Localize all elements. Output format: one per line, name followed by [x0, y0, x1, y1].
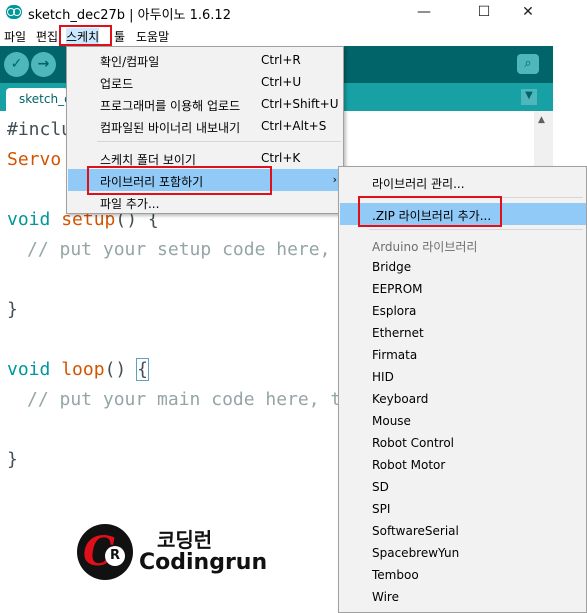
- menu-item-label: 확인/컴파일: [100, 55, 160, 69]
- highlight-include-library: [87, 166, 272, 195]
- library-item[interactable]: Robot Control: [340, 432, 586, 454]
- code-line-loop: void loop() {: [7, 358, 149, 381]
- library-item-label: SpacebrewYun: [372, 546, 460, 560]
- library-item-label: Robot Control: [372, 436, 454, 450]
- library-item[interactable]: Robot Motor: [340, 454, 586, 476]
- library-item[interactable]: EEPROM: [340, 278, 586, 300]
- menu-item-shortcut: Ctrl+U: [261, 75, 302, 89]
- library-item-label: Ethernet: [372, 326, 424, 340]
- function-loop: loop: [61, 359, 105, 380]
- library-item-label: HID: [372, 370, 394, 384]
- codingrun-logo: C R 코딩런 Codingrun: [77, 522, 267, 584]
- library-item[interactable]: Keyboard: [340, 388, 586, 410]
- library-item[interactable]: Esplora: [340, 300, 586, 322]
- keyword-void: void: [7, 209, 51, 230]
- library-item-label: SoftwareSerial: [372, 524, 459, 538]
- menu-separator: [97, 141, 341, 142]
- library-item-label: Wire: [372, 590, 399, 604]
- menu-item-upload-programmer[interactable]: 프로그래머를 이용해 업로드 Ctrl+Shift+U: [68, 93, 343, 115]
- code-close-brace: }: [7, 449, 18, 470]
- menu-item-label: 프로그래머를 이용해 업로드: [100, 99, 241, 113]
- verify-button[interactable]: ✓: [4, 52, 29, 77]
- library-item-label: SPI: [372, 502, 391, 516]
- library-item-label: Robot Motor: [372, 458, 446, 472]
- library-item[interactable]: Temboo: [340, 564, 586, 586]
- library-item-label: Mouse: [372, 414, 411, 428]
- code-line-servo: Servo: [7, 149, 62, 170]
- tab-menu-icon[interactable]: ▼: [521, 89, 537, 105]
- library-item-label: Esplora: [372, 304, 417, 318]
- menu-item-manage-libraries[interactable]: 라이브러리 관리...: [340, 171, 586, 193]
- menu-item-verify[interactable]: 확인/컴파일 Ctrl+R: [68, 49, 343, 71]
- code-comment-setup: // put your setup code here, to: [27, 239, 363, 260]
- menu-item-shortcut: Ctrl+Shift+U: [261, 97, 339, 111]
- library-item[interactable]: SD: [340, 476, 586, 498]
- logo-name-english: Codingrun: [139, 550, 268, 575]
- menu-separator: [369, 229, 583, 230]
- code-line-include: #inclu: [7, 119, 73, 140]
- library-item-label: Keyboard: [372, 392, 429, 406]
- menu-item-label: 컴파일된 바이너리 내보내기: [100, 121, 241, 135]
- library-item[interactable]: SpacebrewYun: [340, 542, 586, 564]
- library-item[interactable]: SPI: [340, 498, 586, 520]
- maximize-button[interactable]: ☐: [461, 0, 507, 24]
- library-item-label: SD: [372, 480, 389, 494]
- library-item[interactable]: Mouse: [340, 410, 586, 432]
- menu-item-shortcut: Ctrl+R: [261, 53, 301, 67]
- submenu-arrow-icon: ›: [332, 173, 337, 186]
- keyword-void: void: [7, 359, 51, 380]
- logo-name-korean: 코딩런: [157, 528, 213, 552]
- library-item-label: Bridge: [372, 260, 412, 274]
- window-title: sketch_dec27b | 아두이노 1.6.12: [28, 8, 231, 23]
- library-item[interactable]: Wire: [340, 586, 586, 608]
- arduino-logo-icon: [6, 5, 22, 19]
- include-library-submenu: 라이브러리 관리... .ZIP 라이브러리 추가... Arduino 라이브…: [338, 166, 587, 613]
- scroll-up-icon[interactable]: ▲: [538, 115, 545, 125]
- code-comment-loop: // put your main code here, to: [27, 389, 353, 410]
- library-item-label: EEPROM: [372, 282, 423, 296]
- menu-edit[interactable]: 편집: [36, 28, 58, 45]
- library-item-label: Firmata: [372, 348, 418, 362]
- library-item[interactable]: Ethernet: [340, 322, 586, 344]
- menu-item-shortcut: Ctrl+Alt+S: [261, 119, 327, 133]
- menu-item-label: 파일 추가...: [100, 197, 160, 211]
- title-bar: sketch_dec27b | 아두이노 1.6.12 — ☐ ✕: [0, 0, 587, 24]
- menu-tools[interactable]: 툴: [114, 28, 125, 45]
- library-item[interactable]: SoftwareSerial: [340, 520, 586, 542]
- library-item-label: Temboo: [372, 568, 419, 582]
- menu-section-arduino-libraries: Arduino 라이브러리: [340, 234, 586, 256]
- loop-parens: (): [104, 359, 138, 380]
- library-item[interactable]: Bridge: [340, 256, 586, 278]
- menu-help[interactable]: 도움말: [136, 28, 169, 45]
- menu-item-shortcut: Ctrl+K: [261, 151, 301, 165]
- close-button[interactable]: ✕: [505, 0, 551, 24]
- logo-badge: C R: [77, 524, 133, 580]
- upload-button[interactable]: →: [31, 52, 56, 77]
- minimize-button[interactable]: —: [401, 0, 447, 24]
- serial-monitor-icon[interactable]: ⌕: [517, 54, 539, 74]
- menu-item-upload[interactable]: 업로드 Ctrl+U: [68, 71, 343, 93]
- menu-item-export-binary[interactable]: 컴파일된 바이너리 내보내기 Ctrl+Alt+S: [68, 115, 343, 137]
- code-close-brace: }: [7, 299, 18, 320]
- menu-section-label: Arduino 라이브러리: [372, 240, 478, 254]
- menu-item-label: 업로드: [100, 77, 134, 91]
- logo-r-badge: R: [105, 546, 125, 566]
- library-item[interactable]: Firmata: [340, 344, 586, 366]
- highlight-sketch-menu: [59, 25, 112, 46]
- menu-item-label: 라이브러리 관리...: [372, 177, 465, 191]
- library-item[interactable]: HID: [340, 366, 586, 388]
- highlight-add-zip: [358, 196, 502, 227]
- menu-file[interactable]: 파일: [4, 28, 26, 45]
- loop-open-brace: {: [136, 358, 149, 381]
- tab-sketch[interactable]: sketch_dec27b: [6, 88, 68, 111]
